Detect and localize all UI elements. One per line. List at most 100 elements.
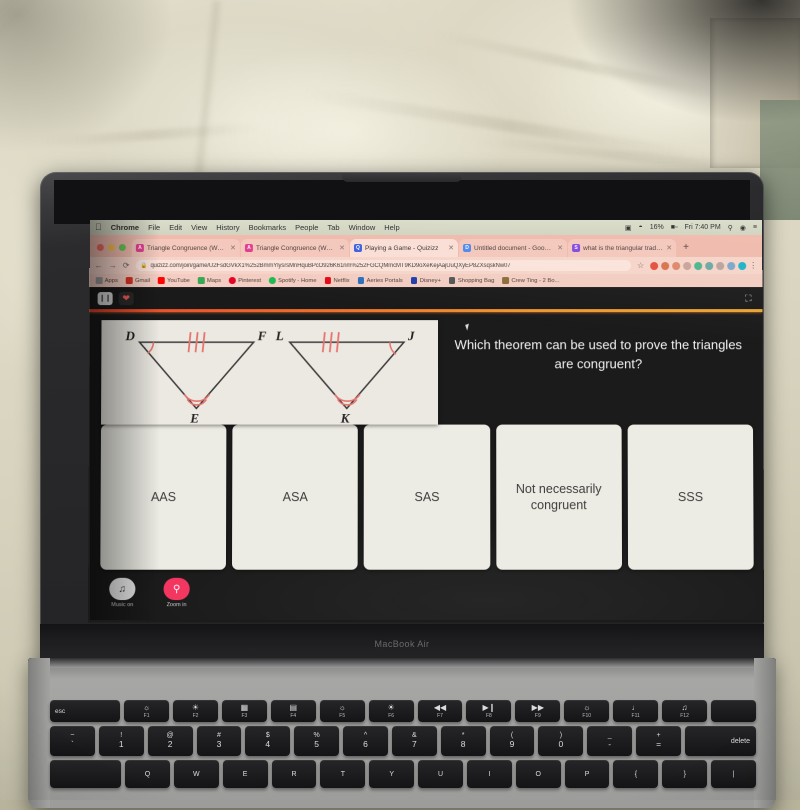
close-tab-icon[interactable]: ✕ (448, 244, 454, 252)
key-f7[interactable]: ◀◀ F7 (417, 700, 463, 722)
extension-icon[interactable] (716, 261, 725, 270)
key-f8[interactable]: ▶❙ F8 (466, 700, 512, 722)
key-f9[interactable]: ▶▶ F9 (515, 700, 561, 722)
new-tab-button[interactable]: + (677, 242, 695, 257)
arrow-left-icon[interactable]: ← (95, 261, 103, 270)
browser-tab[interactable]: A Triangle Congruence (Week 3 ✕ (131, 239, 240, 258)
answer-option-asa[interactable]: ASA (232, 424, 359, 570)
key-esc[interactable]: esc (50, 700, 121, 722)
zoom-in-button[interactable]: ⚲ Zoom in (156, 577, 196, 608)
key-7[interactable]: & 7 (391, 726, 437, 756)
reload-icon[interactable]: ⟳ (123, 261, 130, 270)
key-backslash[interactable]: | (711, 760, 756, 788)
maximize-window-button[interactable] (118, 244, 126, 252)
bookmark-aeries[interactable]: Aeries Portals (357, 277, 403, 284)
extension-icon[interactable] (661, 261, 670, 270)
close-tab-icon[interactable]: ✕ (557, 244, 563, 252)
browser-tab[interactable]: D Untitled document - Google D ✕ (459, 239, 568, 258)
battery-low-icon[interactable]: ■▫ (671, 224, 678, 231)
answer-option-sas[interactable]: SAS (364, 424, 490, 570)
heart-icon[interactable]: ❤ (118, 291, 134, 305)
key-left-bracket[interactable]: { (613, 760, 659, 788)
key-2[interactable]: @2 (147, 726, 193, 756)
menu-item-tab[interactable]: Tab (327, 223, 339, 232)
key-f4[interactable]: ▤ F4 (270, 700, 316, 722)
bookmark-netflix[interactable]: Netflix (324, 277, 350, 284)
key-f11[interactable]: ♩ F11 (613, 700, 659, 722)
key-q[interactable]: Q (125, 760, 170, 788)
browser-tab[interactable]: A Triangle Congruence (Week 3 ✕ (240, 239, 349, 258)
key-f5[interactable]: ☼ F5 (319, 700, 365, 722)
minimize-window-button[interactable] (107, 244, 115, 252)
key-f6[interactable]: ☀ F6 (368, 700, 414, 722)
bookmark-gmail[interactable]: Gmail (125, 277, 150, 284)
menu-bar-clock[interactable]: Fri 7:40 PM (684, 224, 720, 231)
menu-item-people[interactable]: People (295, 223, 318, 232)
close-tab-icon[interactable]: ✕ (666, 244, 672, 252)
menu-item-help[interactable]: Help (384, 223, 399, 232)
key-4[interactable]: $4 (245, 726, 291, 756)
key-right-bracket[interactable]: } (662, 760, 708, 788)
extension-icon[interactable] (727, 261, 736, 270)
key-8[interactable]: * 8 (440, 726, 486, 756)
extension-icon[interactable] (694, 261, 703, 270)
arrow-right-icon[interactable]: → (109, 261, 117, 270)
key-3[interactable]: #3 (196, 726, 242, 756)
magnifier-icon[interactable]: ⚲ (163, 577, 190, 601)
screen-mirroring-icon[interactable]: ▣ (625, 223, 632, 231)
key-1[interactable]: ! 1 (98, 726, 144, 756)
bookmark-spotify[interactable]: Spotify - Home (269, 277, 316, 284)
music-note-icon[interactable]: ♫ (109, 577, 136, 601)
answer-option-sss[interactable]: SSS (627, 424, 754, 570)
key-o[interactable]: O (515, 760, 561, 788)
key-t[interactable]: T (320, 760, 366, 788)
bookmark-disney[interactable]: Disney+ (410, 277, 441, 284)
siri-icon[interactable]: ◉ (740, 223, 746, 231)
extension-icon[interactable] (705, 261, 714, 270)
key-f2[interactable]: ☀ F2 (173, 700, 218, 722)
apple-logo-icon[interactable]:  (95, 222, 102, 232)
key-0[interactable]: ) 0 (538, 726, 584, 756)
browser-tab-active[interactable]: Q Playing a Game - Quizizz ✕ (349, 239, 459, 258)
key-equals[interactable]: + = (636, 726, 681, 756)
key-u[interactable]: U (418, 760, 463, 788)
key-w[interactable]: W (173, 760, 219, 788)
key-f12[interactable]: ♫ F12 (662, 700, 707, 722)
key-f10[interactable]: ☼ F10 (564, 700, 610, 722)
close-tab-icon[interactable]: ✕ (230, 244, 236, 252)
answer-option-aas[interactable]: AAS (100, 424, 227, 570)
bookmark-maps[interactable]: Maps (197, 277, 221, 284)
bookmark-pinterest[interactable]: Pinterest (229, 277, 261, 284)
extension-icon[interactable] (650, 261, 659, 270)
wifi-icon[interactable]: ◓ (639, 224, 643, 231)
key-r[interactable]: R (271, 760, 317, 788)
bookmark-crew-ting[interactable]: Crew Ting - 2 Bo... (502, 277, 559, 284)
address-bar[interactable]: 🔒 quizizz.com/join/game/U2FsdGVkX1%252Bm… (135, 260, 631, 272)
browser-tab[interactable]: S what is the triangular trade - ✕ (568, 239, 677, 258)
key-y[interactable]: Y (369, 760, 415, 788)
bookmark-apps[interactable]: Apps (95, 277, 118, 284)
close-tab-icon[interactable]: ✕ (339, 244, 345, 252)
key-tab[interactable] (50, 760, 122, 788)
menu-item-chrome[interactable]: Chrome (111, 223, 139, 232)
extension-icon[interactable] (683, 261, 692, 270)
bookmark-star-icon[interactable]: ☆ (637, 261, 644, 270)
key-backtick[interactable]: ~ ` (50, 726, 95, 756)
menu-item-edit[interactable]: Edit (169, 223, 182, 232)
key-minus[interactable]: _ - (587, 726, 633, 756)
close-window-button[interactable] (96, 244, 104, 252)
key-9[interactable]: (9 (489, 726, 535, 756)
bookmark-shopping-bag[interactable]: Shopping Bag (448, 277, 494, 284)
menu-item-view[interactable]: View (191, 223, 207, 232)
menu-item-file[interactable]: File (148, 223, 160, 232)
key-5[interactable]: % 5 (294, 726, 340, 756)
key-6[interactable]: ^ 6 (343, 726, 388, 756)
key-i[interactable]: I (466, 760, 512, 788)
key-f1[interactable]: ☼ F1 (124, 700, 170, 722)
chrome-menu-icon[interactable]: ⋮ (749, 261, 757, 270)
key-touchid[interactable] (711, 700, 756, 722)
fullscreen-icon[interactable]: ⛶ (742, 292, 754, 304)
answer-option-not-necessarily-congruent[interactable]: Not necessarily congruent (495, 424, 622, 570)
key-delete[interactable]: delete (684, 726, 756, 756)
menu-item-window[interactable]: Window (349, 223, 376, 232)
